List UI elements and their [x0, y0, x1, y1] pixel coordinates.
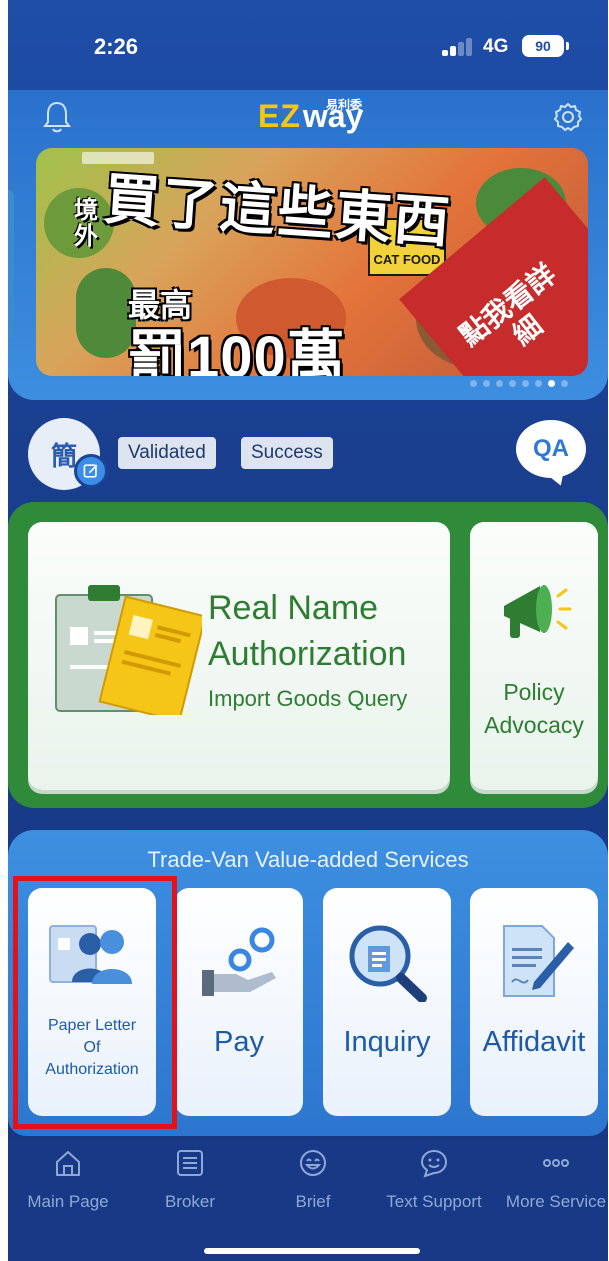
gear-icon[interactable]: [553, 102, 583, 132]
real-name-title-line2: Authorization: [208, 635, 407, 673]
policy-label-line2: Advocacy: [484, 712, 584, 738]
more-dots-icon: [543, 1159, 569, 1167]
policy-advocacy-card[interactable]: [470, 522, 598, 790]
carousel-dot[interactable]: [470, 380, 477, 387]
home-indicator[interactable]: [204, 1248, 420, 1254]
carousel-dot[interactable]: [496, 380, 503, 387]
validated-badge: Validated: [118, 437, 216, 469]
nav-main-page[interactable]: Main Page: [8, 1148, 128, 1212]
real-name-title-line1: Real Name: [208, 589, 379, 627]
real-name-title: Real Name Authorization: [208, 585, 406, 677]
banner-penalty: 罰100萬: [128, 325, 346, 376]
status-bar: 2:26 4G 90: [8, 0, 608, 90]
affidavit-label: Affidavit: [482, 1026, 586, 1058]
pay-hand-coins-icon: [202, 927, 276, 996]
clipboard-icon: [55, 585, 202, 715]
nav-label-brief: Brief: [295, 1192, 331, 1211]
chat-smile-icon: [420, 1149, 448, 1178]
banner-headline: 買了這些東西: [101, 165, 454, 257]
nav-broker[interactable]: Broker: [130, 1148, 250, 1212]
carousel-dot[interactable]: [483, 380, 490, 387]
policy-label-line1: Policy: [503, 679, 565, 705]
edit-icon[interactable]: [74, 454, 108, 488]
nav-text-support[interactable]: Text Support: [374, 1148, 494, 1212]
carousel-dot-active[interactable]: [548, 380, 555, 387]
network-type: 4G: [483, 36, 509, 57]
carousel-dots: [470, 380, 568, 387]
pay-button[interactable]: [175, 888, 303, 1116]
inquiry-label: Inquiry: [343, 1026, 431, 1058]
document-pen-icon: [503, 925, 574, 997]
carousel-dot[interactable]: [509, 380, 516, 387]
list-icon: [177, 1150, 203, 1176]
status-time: 2:26: [94, 34, 139, 59]
promo-banner[interactable]: CAT FOOD 境外 買了這些東西 最高 罰100萬 點我看詳細: [36, 148, 588, 376]
import-goods-query-link[interactable]: Import Goods Query: [208, 686, 407, 712]
success-badge: Success: [241, 437, 333, 469]
bell-icon[interactable]: [42, 100, 72, 134]
nav-label-more-service: More Service: [505, 1192, 607, 1211]
logo-chinese: 易利委: [326, 98, 363, 112]
nav-label-broker: Broker: [164, 1192, 216, 1211]
logo-ez: EZ: [258, 97, 301, 134]
megaphone-icon: [504, 585, 572, 638]
cactus-decoration: [76, 268, 136, 358]
battery-icon: 90: [522, 35, 564, 57]
services-title: Trade-Van Value-added Services: [147, 847, 469, 872]
signal-icon: [442, 38, 476, 56]
battery-tip: [566, 42, 569, 50]
magnifier-icon: [349, 925, 427, 1002]
policy-advocacy-label: Policy Advocacy: [470, 676, 598, 742]
app-screen: 2:26 4G 90 EZ way 易利委 CAT FOOD 境外 買了這些東西…: [8, 0, 608, 1261]
nav-label-main-page: Main Page: [27, 1192, 109, 1211]
banner-prev-peek: [8, 190, 14, 340]
carousel-dot[interactable]: [535, 380, 542, 387]
banner-side-text: 境外: [74, 197, 98, 250]
carousel-dot[interactable]: [522, 380, 529, 387]
qa-button[interactable]: QA: [516, 420, 586, 478]
pay-label: Pay: [214, 1026, 264, 1058]
nav-label-text-support: Text Support: [386, 1192, 482, 1211]
carousel-dot[interactable]: [561, 380, 568, 387]
nav-brief[interactable]: Brief: [253, 1148, 373, 1212]
highlight-box: [13, 876, 177, 1129]
smile-icon: [300, 1150, 326, 1176]
home-icon: [56, 1151, 80, 1176]
nav-more-service[interactable]: More Service: [496, 1148, 608, 1212]
